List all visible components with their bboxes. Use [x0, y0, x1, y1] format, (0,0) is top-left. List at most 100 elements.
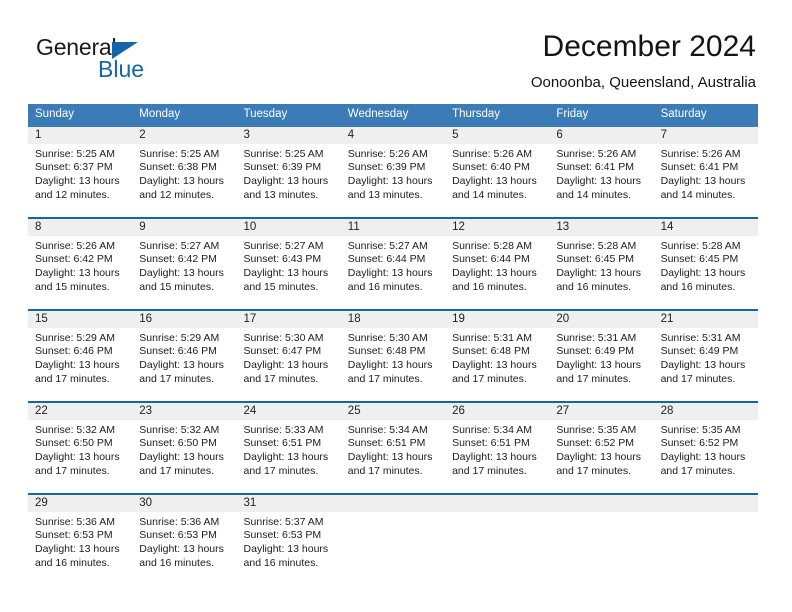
day-number: 9	[132, 218, 237, 236]
calendar-day-cell[interactable]: 15 Sunrise: 5:29 AM Sunset: 6:46 PM Dayligh…	[28, 310, 133, 394]
calendar-day-cell[interactable]: 14 Sunrise: 5:28 AM Sunset: 6:45 PM Dayligh…	[653, 218, 758, 302]
day-details: Sunrise: 5:37 AM Sunset: 6:53 PM Daylight:…	[237, 512, 341, 570]
calendar-day-cell[interactable]: 1 Sunrise: 5:25 AM Sunset: 6:37 PM Daylight…	[28, 126, 133, 210]
day-details: Sunrise: 5:26 AM Sunset: 6:41 PM Daylight:…	[549, 144, 653, 202]
weekday-header-row: Sunday Monday Tuesday Wednesday Thursday…	[28, 104, 758, 127]
sunset-text: Sunset: 6:50 PM	[139, 437, 217, 450]
sunset-text: Sunset: 6:42 PM	[35, 253, 113, 266]
calendar-day-cell-empty	[340, 494, 446, 578]
calendar-day-cell[interactable]: 5 Sunrise: 5:26 AM Sunset: 6:40 PM Daylight…	[445, 126, 550, 210]
calendar-day-cell[interactable]: 12 Sunrise: 5:28 AM Sunset: 6:44 PM Dayligh…	[445, 218, 550, 302]
daylight-text: Daylight: 13 hours and 17 minutes.	[660, 450, 746, 477]
sunset-text: Sunset: 6:52 PM	[660, 437, 739, 450]
day-details: Sunrise: 5:35 AM Sunset: 6:52 PM Daylight:…	[654, 420, 758, 478]
daylight-text: Daylight: 13 hours and 15 minutes.	[139, 266, 224, 293]
day-number: 5	[445, 126, 550, 144]
calendar-day-cell[interactable]: 19 Sunrise: 5:31 AM Sunset: 6:48 PM Dayligh…	[445, 310, 550, 394]
sunrise-text: Sunrise: 5:35 AM	[556, 423, 637, 436]
calendar-day-cell[interactable]: 7 Sunrise: 5:26 AM Sunset: 6:41 PM Daylight…	[653, 126, 758, 210]
calendar-day-cell[interactable]: 16 Sunrise: 5:29 AM Sunset: 6:46 PM Dayligh…	[132, 310, 237, 394]
day-details: Sunrise: 5:31 AM Sunset: 6:49 PM Daylight:…	[654, 328, 758, 386]
daylight-text: Daylight: 13 hours and 17 minutes.	[139, 450, 224, 477]
day-details: Sunrise: 5:28 AM Sunset: 6:44 PM Daylight:…	[445, 236, 549, 294]
sunrise-text: Sunrise: 5:31 AM	[452, 331, 533, 344]
day-details	[445, 512, 549, 516]
general-blue-logo[interactable]: General Blue	[36, 36, 296, 92]
calendar-day-cell[interactable]: 28 Sunrise: 5:35 AM Sunset: 6:52 PM Dayligh…	[653, 402, 758, 486]
calendar-day-cell[interactable]: 29 Sunrise: 5:36 AM Sunset: 6:53 PM Dayligh…	[28, 494, 133, 578]
daylight-text: Daylight: 13 hours and 17 minutes.	[660, 358, 746, 385]
calendar-day-cell[interactable]: 23 Sunrise: 5:32 AM Sunset: 6:50 PM Dayligh…	[132, 402, 237, 486]
day-details: Sunrise: 5:27 AM Sunset: 6:44 PM Daylight:…	[341, 236, 445, 294]
sunset-text: Sunset: 6:41 PM	[660, 161, 739, 174]
calendar-day-cell[interactable]: 9 Sunrise: 5:27 AM Sunset: 6:42 PM Daylight…	[132, 218, 237, 302]
sunset-text: Sunset: 6:48 PM	[347, 345, 426, 358]
sunrise-text: Sunrise: 5:31 AM	[556, 331, 637, 344]
calendar-day-cell[interactable]: 6 Sunrise: 5:26 AM Sunset: 6:41 PM Daylight…	[549, 126, 654, 210]
day-details: Sunrise: 5:33 AM Sunset: 6:51 PM Daylight:…	[237, 420, 341, 478]
day-number: 8	[28, 218, 133, 236]
sunset-text: Sunset: 6:49 PM	[660, 345, 739, 358]
sunset-text: Sunset: 6:51 PM	[243, 437, 322, 450]
calendar-day-cell[interactable]: 2 Sunrise: 5:25 AM Sunset: 6:38 PM Daylight…	[132, 126, 237, 210]
calendar-day-cell-empty	[653, 494, 758, 578]
day-details: Sunrise: 5:25 AM Sunset: 6:37 PM Daylight:…	[28, 144, 132, 202]
calendar-day-cell[interactable]: 20 Sunrise: 5:31 AM Sunset: 6:49 PM Dayligh…	[549, 310, 654, 394]
day-number	[445, 494, 550, 512]
weekday-header-wednesday: Wednesday	[347, 108, 409, 120]
calendar-day-cell[interactable]: 17 Sunrise: 5:30 AM Sunset: 6:47 PM Dayligh…	[236, 310, 341, 394]
daylight-text: Daylight: 13 hours and 14 minutes.	[556, 174, 641, 201]
sunrise-text: Sunrise: 5:26 AM	[35, 239, 115, 252]
day-details: Sunrise: 5:26 AM Sunset: 6:42 PM Daylight:…	[28, 236, 132, 294]
day-details: Sunrise: 5:31 AM Sunset: 6:48 PM Daylight:…	[445, 328, 549, 386]
calendar-day-cell[interactable]: 3 Sunrise: 5:25 AM Sunset: 6:39 PM Daylight…	[236, 126, 341, 210]
day-number: 28	[653, 402, 758, 420]
sunset-text: Sunset: 6:40 PM	[452, 161, 530, 174]
calendar-day-cell[interactable]: 22 Sunrise: 5:32 AM Sunset: 6:50 PM Dayligh…	[28, 402, 133, 486]
sunset-text: Sunset: 6:53 PM	[243, 529, 322, 542]
calendar-grid: Sunday Monday Tuesday Wednesday Thursday…	[28, 104, 758, 578]
day-number: 31	[236, 494, 341, 512]
day-details: Sunrise: 5:26 AM Sunset: 6:39 PM Daylight:…	[341, 144, 445, 202]
calendar-day-cell[interactable]: 10 Sunrise: 5:27 AM Sunset: 6:43 PM Dayligh…	[236, 218, 341, 302]
sunset-text: Sunset: 6:53 PM	[35, 529, 113, 542]
day-details	[654, 512, 758, 516]
sunrise-text: Sunrise: 5:32 AM	[139, 423, 220, 436]
daylight-text: Daylight: 13 hours and 13 minutes.	[243, 174, 329, 201]
daylight-text: Daylight: 13 hours and 12 minutes.	[139, 174, 224, 201]
sunrise-text: Sunrise: 5:25 AM	[35, 147, 115, 160]
day-details: Sunrise: 5:35 AM Sunset: 6:52 PM Daylight:…	[549, 420, 653, 478]
calendar-day-cell[interactable]: 18 Sunrise: 5:30 AM Sunset: 6:48 PM Dayligh…	[340, 310, 446, 394]
daylight-text: Daylight: 13 hours and 17 minutes.	[35, 358, 120, 385]
calendar-day-cell-empty	[445, 494, 550, 578]
calendar-day-cell[interactable]: 8 Sunrise: 5:26 AM Sunset: 6:42 PM Daylight…	[28, 218, 133, 302]
calendar-day-cell[interactable]: 30 Sunrise: 5:36 AM Sunset: 6:53 PM Dayligh…	[132, 494, 237, 578]
calendar-day-cell[interactable]: 13 Sunrise: 5:28 AM Sunset: 6:45 PM Dayligh…	[549, 218, 654, 302]
sunset-text: Sunset: 6:39 PM	[347, 161, 426, 174]
daylight-text: Daylight: 13 hours and 15 minutes.	[35, 266, 120, 293]
day-number: 13	[549, 218, 654, 236]
page-header: General Blue December 2024 Oonoonba, Que…	[0, 0, 792, 100]
sunrise-text: Sunrise: 5:26 AM	[660, 147, 741, 160]
calendar-day-cell[interactable]: 31 Sunrise: 5:37 AM Sunset: 6:53 PM Dayligh…	[236, 494, 341, 578]
calendar-day-cell[interactable]: 26 Sunrise: 5:34 AM Sunset: 6:51 PM Dayligh…	[445, 402, 550, 486]
sunset-text: Sunset: 6:46 PM	[35, 345, 113, 358]
calendar-day-cell[interactable]: 4 Sunrise: 5:26 AM Sunset: 6:39 PM Daylight…	[340, 126, 446, 210]
daylight-text: Daylight: 13 hours and 16 minutes.	[452, 266, 537, 293]
weekday-header-thursday: Thursday	[452, 108, 500, 120]
day-number: 11	[340, 218, 446, 236]
calendar-day-cell[interactable]: 25 Sunrise: 5:34 AM Sunset: 6:51 PM Dayligh…	[340, 402, 446, 486]
day-details: Sunrise: 5:34 AM Sunset: 6:51 PM Daylight:…	[341, 420, 445, 478]
calendar-day-cell[interactable]: 24 Sunrise: 5:33 AM Sunset: 6:51 PM Dayligh…	[236, 402, 341, 486]
sunset-text: Sunset: 6:43 PM	[243, 253, 322, 266]
day-number: 6	[549, 126, 654, 144]
calendar-day-cell[interactable]: 27 Sunrise: 5:35 AM Sunset: 6:52 PM Dayligh…	[549, 402, 654, 486]
daylight-text: Daylight: 13 hours and 14 minutes.	[660, 174, 746, 201]
day-number: 25	[340, 402, 446, 420]
calendar-day-cell[interactable]: 11 Sunrise: 5:27 AM Sunset: 6:44 PM Dayligh…	[340, 218, 446, 302]
calendar-day-cell[interactable]: 21 Sunrise: 5:31 AM Sunset: 6:49 PM Dayligh…	[653, 310, 758, 394]
sunset-text: Sunset: 6:45 PM	[556, 253, 634, 266]
weekday-header-friday: Friday	[556, 108, 589, 120]
daylight-text: Daylight: 13 hours and 17 minutes.	[556, 450, 641, 477]
weekday-header-tuesday: Tuesday	[243, 108, 288, 120]
